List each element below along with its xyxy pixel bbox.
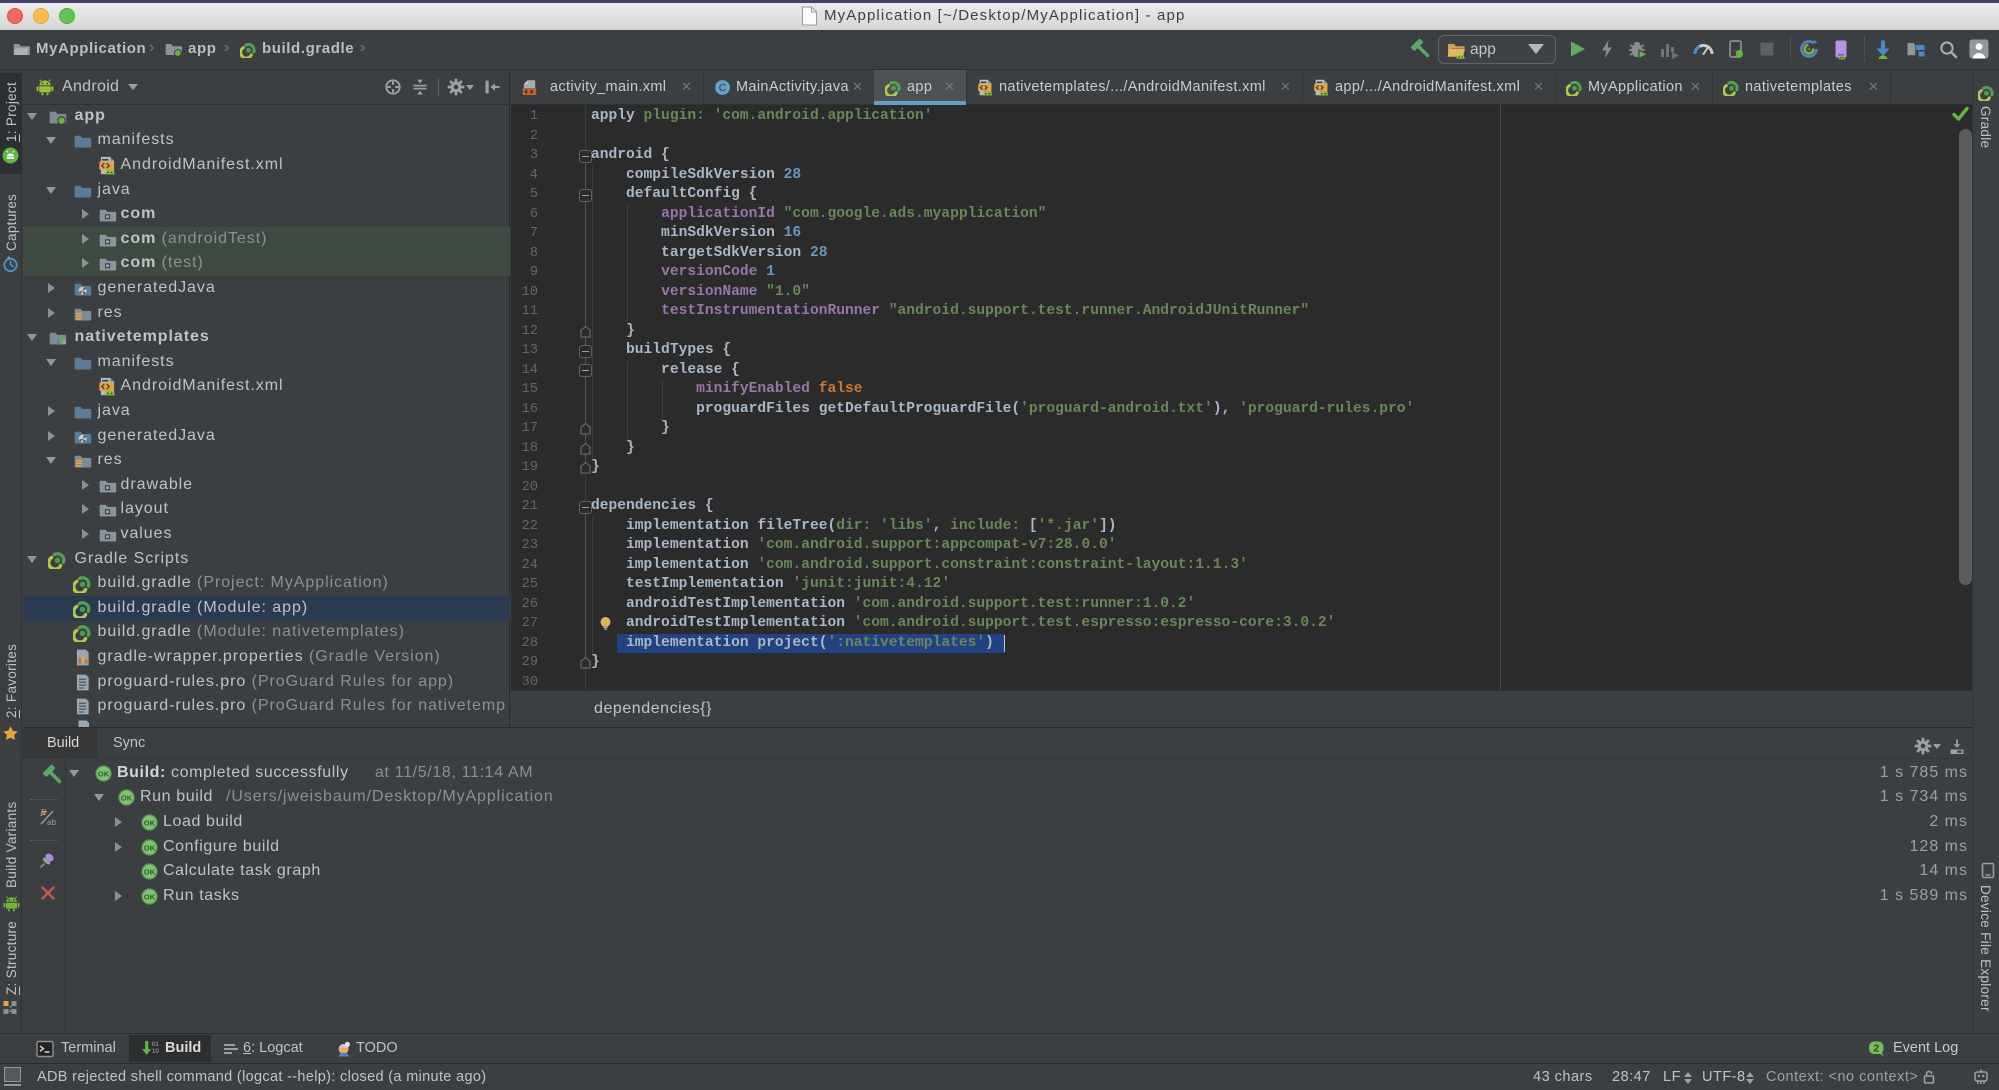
svg-text:OK: OK xyxy=(144,868,156,877)
svg-text:01: 01 xyxy=(152,1042,159,1048)
svg-text:2: 2 xyxy=(1873,1043,1879,1055)
svg-text:F: F xyxy=(39,808,47,819)
svg-text:OK: OK xyxy=(144,892,156,901)
svg-text:OK: OK xyxy=(144,818,156,827)
svg-text:ab: ab xyxy=(47,818,56,827)
svg-text:C: C xyxy=(719,82,727,94)
svg-text:OK: OK xyxy=(144,843,156,852)
svg-text:OK: OK xyxy=(121,794,133,803)
svg-text:10: 10 xyxy=(152,1049,159,1055)
svg-text:OK: OK xyxy=(98,769,110,778)
